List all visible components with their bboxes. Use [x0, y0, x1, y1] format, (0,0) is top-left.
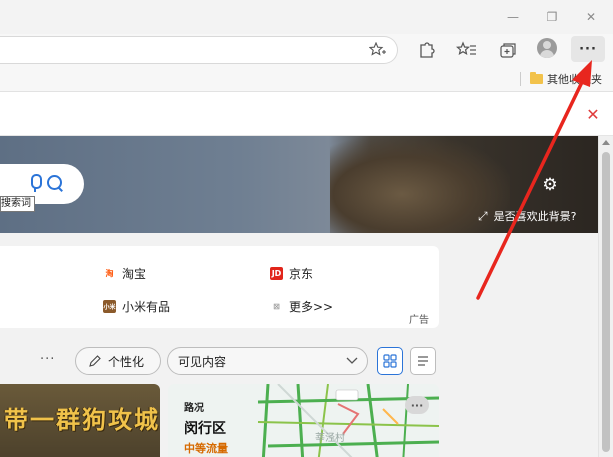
favorites-icon[interactable] [456, 40, 478, 60]
close-icon: ✕ [586, 104, 600, 124]
restore-button[interactable]: ❐ [536, 6, 568, 28]
microphone-icon[interactable] [28, 173, 42, 193]
chevron-down-icon [346, 357, 358, 364]
grid-icon [383, 354, 397, 368]
quick-link-label: 京东 [289, 267, 314, 281]
other-favorites-folder[interactable]: 其他收藏夹 [530, 71, 602, 87]
minimize-button[interactable]: — [497, 6, 529, 28]
folder-icon [530, 72, 543, 84]
gear-icon[interactable]: ⚙ [541, 176, 559, 194]
folder-label: 其他收藏夹 [547, 73, 602, 86]
more-links-icon: ⊠ [273, 302, 280, 311]
search-tooltip: 搜索词 [0, 196, 35, 212]
extensions-icon[interactable] [415, 40, 437, 60]
quick-link-more[interactable]: ⊠ 更多>> [270, 298, 333, 315]
visibility-dropdown[interactable]: 可见内容 [167, 347, 368, 375]
notification-bar [0, 92, 613, 136]
collections-icon[interactable] [497, 40, 519, 60]
personalize-label: 个性化 [108, 354, 145, 369]
close-icon: ✕ [585, 10, 597, 24]
browser-toolbar [0, 34, 613, 66]
scroll-up-arrow-icon[interactable] [602, 140, 610, 145]
hero-banner: 搜索词 ⚙ ⤢ 是否喜欢此背景? [0, 136, 598, 233]
quick-link-xiaomi[interactable]: 小米 小米有品 [103, 298, 170, 315]
pencil-icon [89, 355, 101, 367]
traffic-district: 闵行区 [184, 421, 226, 437]
traffic-card[interactable]: 路况 闵行区 中等流量 莘泾村 ··· [168, 384, 439, 457]
quick-link-taobao[interactable]: 淘 淘宝 [103, 265, 147, 282]
card-more-button[interactable]: ··· [405, 396, 429, 414]
quick-link-label: 淘宝 [122, 267, 147, 281]
xiaomi-youpin-icon: 小米 [103, 300, 116, 313]
background-question: 是否喜欢此背景? [493, 210, 577, 223]
quick-link-label: 小米有品 [122, 300, 171, 314]
minimize-icon: — [507, 10, 519, 24]
bookmarks-bar: 其他收藏夹 [0, 66, 613, 92]
search-icon[interactable] [45, 173, 65, 193]
page-scrollbar[interactable] [598, 136, 613, 457]
restore-icon: ❐ [546, 10, 558, 24]
expand-icon: ⤢ [478, 208, 488, 223]
list-view-button[interactable] [410, 347, 436, 375]
feed-controls: ··· 个性化 可见内容 [0, 347, 440, 377]
scroll-thumb[interactable] [602, 152, 610, 452]
map-place-label: 莘泾村 [315, 433, 345, 444]
ad-label: 广告 [409, 315, 429, 326]
jd-icon: JD [270, 267, 283, 280]
quick-links-card: 淘 淘宝 JD 京东 小米 小米有品 ⊠ 更多>> 广告 [0, 246, 439, 328]
bookmarks-divider [520, 72, 521, 86]
close-window-button[interactable]: ✕ [575, 6, 607, 28]
list-icon [418, 356, 428, 366]
quick-link-jd[interactable]: JD 京东 [270, 265, 313, 282]
more-menu-button[interactable]: ··· [571, 36, 605, 62]
game-headline: 带一群狗攻城 [4, 405, 160, 434]
new-tab-page: 搜索词 ⚙ ⤢ 是否喜欢此背景? 淘 淘宝 JD 京东 小米 小米有品 ⊠ 更多… [0, 136, 598, 457]
profile-avatar[interactable] [537, 38, 557, 58]
grid-view-button[interactable] [377, 347, 403, 375]
traffic-title: 路况 [184, 403, 204, 414]
personalize-button[interactable]: 个性化 [75, 347, 161, 375]
more-options-icon[interactable]: ··· [40, 352, 55, 367]
quick-link-label: 更多>> [289, 300, 334, 314]
background-feedback[interactable]: ⤢ 是否喜欢此背景? [478, 208, 576, 224]
dismiss-button[interactable]: ✕ [583, 104, 603, 124]
address-bar[interactable] [0, 36, 398, 64]
taobao-icon: 淘 [105, 269, 114, 278]
title-bar: — ❐ ✕ [0, 0, 613, 34]
game-ad-card[interactable]: 带一群狗攻城 [0, 384, 160, 457]
traffic-status: 中等流量 [184, 442, 228, 455]
more-menu-icon: ··· [579, 41, 597, 57]
favorite-add-icon[interactable] [369, 42, 387, 58]
visibility-label: 可见内容 [178, 354, 227, 369]
